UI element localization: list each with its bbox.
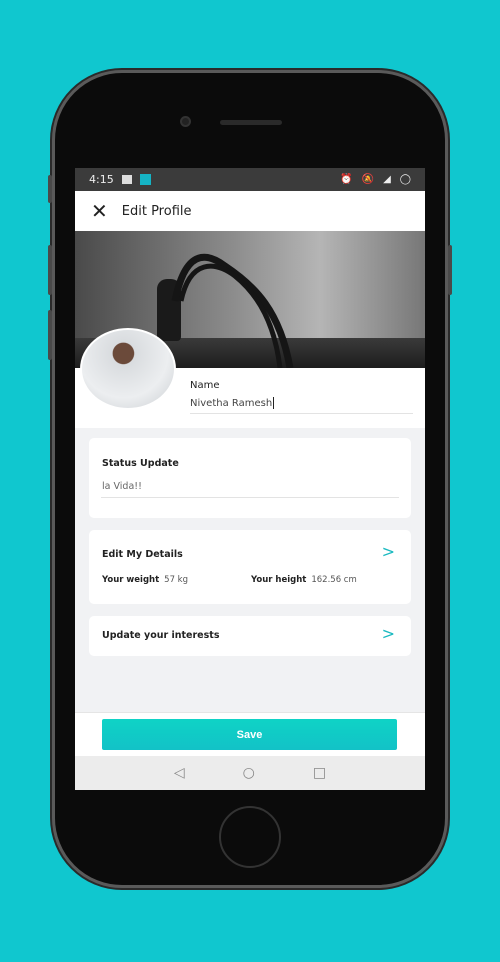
height-label: Your height bbox=[251, 575, 307, 585]
volume-up-button bbox=[48, 245, 52, 295]
home-button[interactable] bbox=[219, 806, 281, 868]
footer: Save bbox=[75, 712, 425, 756]
signal-icon: ◢ bbox=[383, 174, 391, 185]
alarm-icon: ⏰ bbox=[340, 174, 353, 185]
front-camera bbox=[180, 116, 191, 127]
edit-details-title: Edit My Details bbox=[102, 549, 183, 560]
height-field: Your height 162.56 cm bbox=[251, 575, 357, 585]
weight-label: Your weight bbox=[102, 575, 160, 585]
avatar[interactable] bbox=[80, 328, 176, 410]
recents-icon[interactable]: □ bbox=[313, 765, 326, 781]
name-label: Name bbox=[190, 380, 220, 391]
nav-bar: ◁ ○ □ bbox=[75, 756, 425, 790]
update-interests-card[interactable]: Update your interests > bbox=[89, 616, 411, 656]
height-value: 162.56 cm bbox=[311, 575, 357, 585]
name-input[interactable]: Nivetha Ramesh bbox=[190, 397, 274, 409]
screen: 4:15 ⏰ 🔕 ◢ ◯ ✕ Edit Profile Name Nivetha… bbox=[75, 168, 425, 790]
volume-down-button bbox=[48, 310, 52, 360]
status-underline bbox=[101, 497, 399, 498]
power-button bbox=[448, 245, 452, 295]
status-update-card: Status Update la Vida!! bbox=[89, 438, 411, 518]
edit-details-card[interactable]: Edit My Details > Your weight 57 kg Your … bbox=[89, 530, 411, 604]
name-underline bbox=[190, 413, 413, 414]
chevron-right-icon[interactable]: > bbox=[382, 542, 395, 561]
back-icon[interactable]: ◁ bbox=[174, 765, 185, 781]
battery-icon: ◯ bbox=[399, 174, 411, 185]
app-bar: ✕ Edit Profile bbox=[75, 191, 425, 231]
close-icon[interactable]: ✕ bbox=[91, 201, 108, 221]
name-section: Name Nivetha Ramesh bbox=[75, 328, 425, 428]
weight-field: Your weight 57 kg bbox=[102, 575, 188, 585]
app-icon bbox=[139, 174, 151, 185]
image-icon bbox=[121, 175, 132, 184]
status-bar: 4:15 ⏰ 🔕 ◢ ◯ bbox=[75, 168, 425, 191]
chevron-right-icon[interactable]: > bbox=[382, 624, 395, 643]
status-update-input[interactable]: la Vida!! bbox=[102, 481, 142, 492]
page-title: Edit Profile bbox=[121, 203, 192, 219]
weight-value: 57 kg bbox=[164, 575, 188, 585]
home-icon[interactable]: ○ bbox=[243, 765, 255, 781]
update-interests-title: Update your interests bbox=[102, 630, 220, 641]
status-time: 4:15 bbox=[89, 173, 114, 186]
speaker bbox=[220, 120, 282, 125]
status-update-title: Status Update bbox=[102, 458, 179, 469]
notifications-off-icon: 🔕 bbox=[361, 174, 375, 185]
save-button[interactable]: Save bbox=[102, 719, 397, 750]
mute-switch bbox=[48, 175, 52, 203]
